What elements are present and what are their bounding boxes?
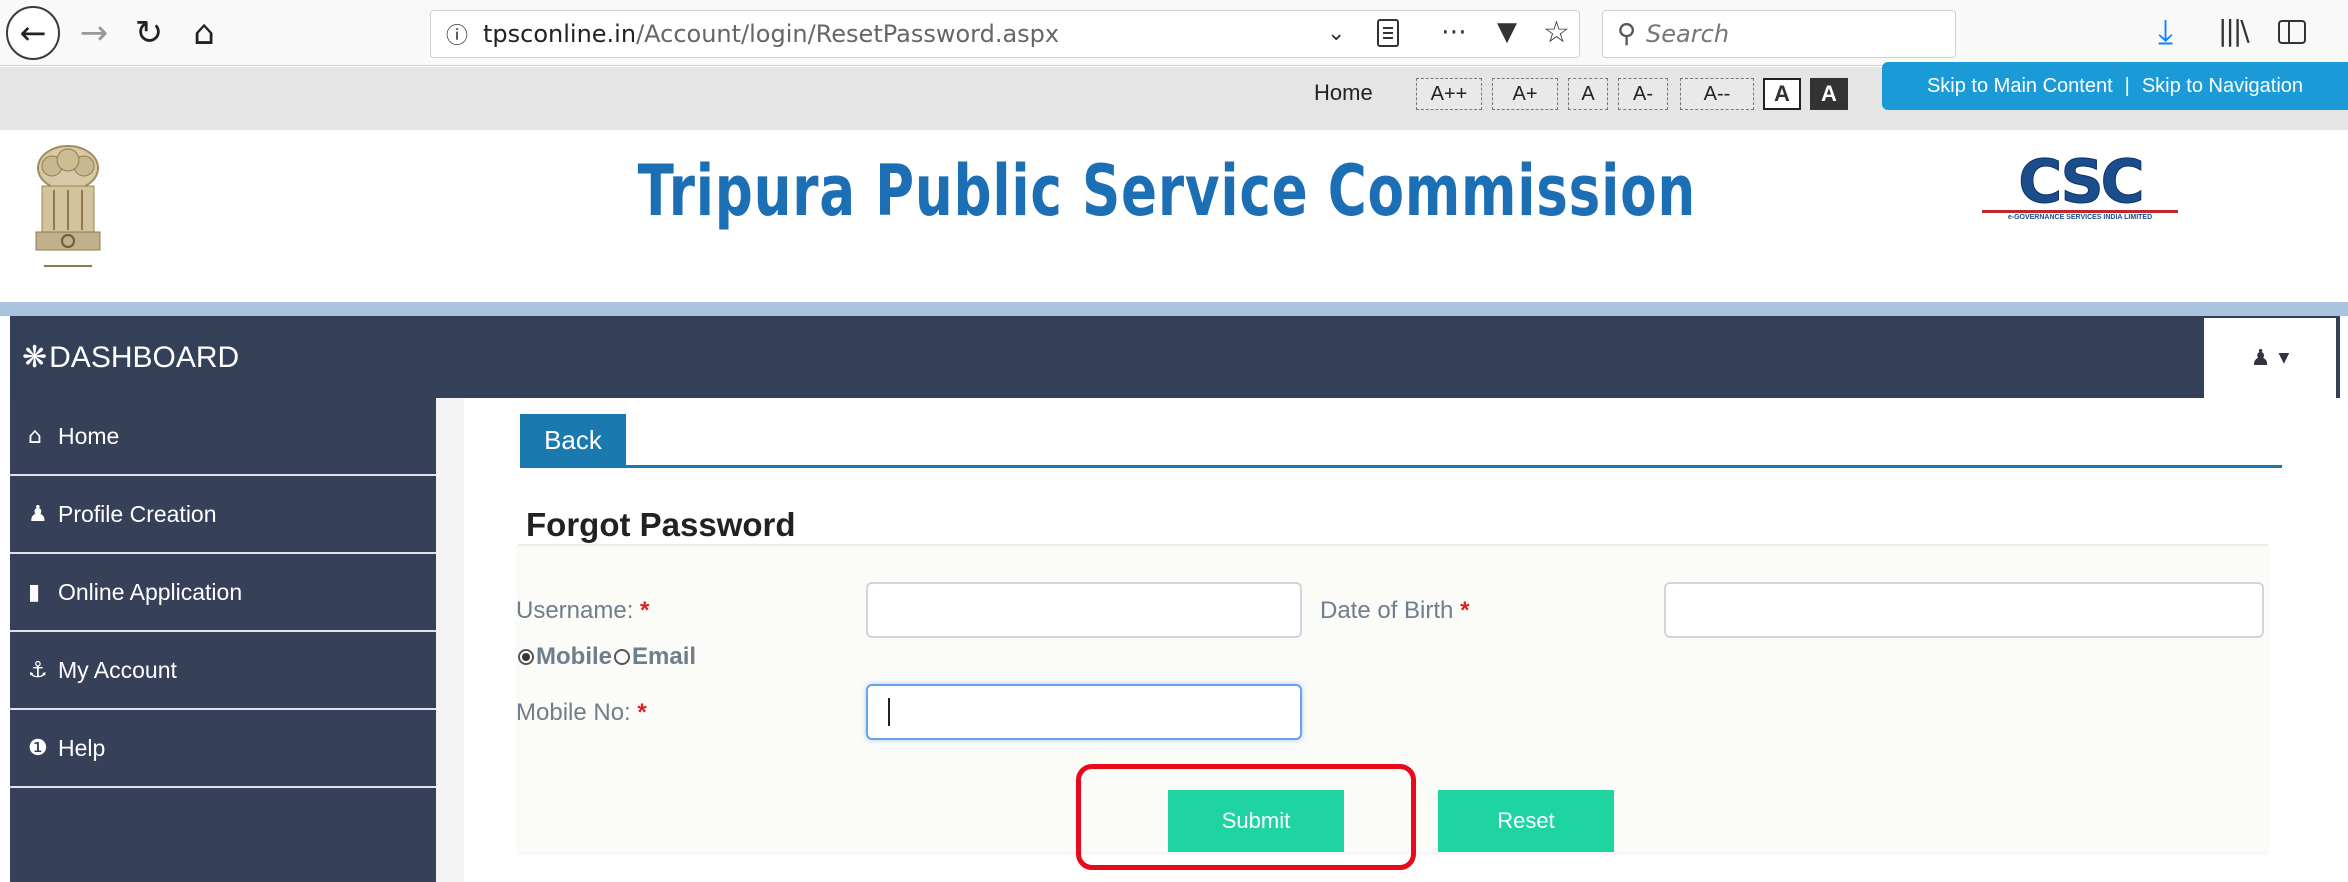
sidebar-item-label: Home bbox=[58, 422, 120, 449]
csc-logo-subtitle: e-GOVERNANCE SERVICES INDIA LIMITED bbox=[2007, 214, 2153, 221]
account-icon: ⚓ bbox=[28, 657, 48, 683]
sidebar-item-label: My Account bbox=[58, 656, 177, 683]
tab-divider bbox=[520, 465, 2282, 468]
text-caret bbox=[888, 698, 890, 726]
font-size-xs-button[interactable]: A-- bbox=[1680, 78, 1754, 110]
skip-nav-link[interactable]: Skip to Navigation bbox=[2142, 75, 2303, 98]
contrast-dark-button[interactable]: A bbox=[1810, 78, 1848, 110]
dashboard-gauge-icon: ❋ bbox=[22, 340, 48, 375]
csc-logo-underline bbox=[1982, 210, 2178, 213]
info-icon[interactable]: ⓘ bbox=[437, 18, 477, 50]
email-radio-label[interactable]: Email bbox=[632, 643, 696, 671]
mobile-radio-label[interactable]: Mobile bbox=[536, 643, 612, 671]
username-input[interactable] bbox=[866, 582, 1302, 638]
search-placeholder: Search bbox=[1646, 20, 1730, 48]
font-size-small-button[interactable]: A- bbox=[1618, 78, 1668, 110]
skip-separator: | bbox=[2124, 74, 2130, 97]
csc-logo: CSC e-GOVERNANCE SERVICES INDIA LIMITED bbox=[1960, 150, 2200, 230]
contrast-light-button[interactable]: A bbox=[1763, 78, 1801, 110]
dashboard-title-label: DASHBOARD bbox=[49, 340, 240, 374]
library-icon[interactable]: |||\ bbox=[2218, 14, 2250, 47]
sidebar-item-my-account[interactable]: ⚓ My Account bbox=[10, 632, 436, 710]
sidebar-item-label: Help bbox=[58, 734, 106, 761]
reset-button[interactable]: Reset bbox=[1438, 790, 1614, 852]
username-label: Username: * bbox=[516, 597, 650, 624]
email-radio[interactable] bbox=[614, 649, 630, 665]
url-text[interactable]: tpsconline.in/Account/login/ResetPasswor… bbox=[483, 20, 1059, 48]
browser-search-input[interactable]: ⚲ Search bbox=[1602, 10, 1956, 58]
dob-label: Date of Birth * bbox=[1320, 597, 1470, 624]
user-icon: ♟ bbox=[2250, 345, 2271, 371]
skip-main-link[interactable]: Skip to Main Content bbox=[1927, 75, 2113, 98]
page-title: Forgot Password bbox=[526, 506, 796, 543]
sidebar-item-online-application[interactable]: ▮ Online Application bbox=[10, 554, 436, 632]
site-title: Tripura Public Service Commission bbox=[637, 150, 1697, 232]
contact-method-radio-group: Mobile Email bbox=[518, 643, 696, 671]
sidebar-item-help[interactable]: ❶ Help bbox=[10, 710, 436, 788]
sidebar-item-label: Profile Creation bbox=[58, 500, 217, 527]
mobile-radio[interactable] bbox=[518, 649, 534, 665]
font-size-xxl-button[interactable]: A++ bbox=[1416, 78, 1482, 110]
search-icon: ⚲ bbox=[1617, 19, 1637, 49]
info-icon: ❶ bbox=[28, 735, 48, 761]
sidebar-item-profile-creation[interactable]: ♟ Profile Creation bbox=[10, 476, 436, 554]
url-bar[interactable]: ⓘ tpsconline.in/Account/login/ResetPassw… bbox=[430, 10, 1580, 58]
home-icon: ⌂ bbox=[28, 423, 42, 449]
file-icon: ▮ bbox=[28, 579, 41, 605]
more-icon[interactable]: ⋯ bbox=[1441, 17, 1467, 47]
bookmark-star-icon[interactable]: ☆ bbox=[1543, 15, 1570, 50]
back-tab[interactable]: Back bbox=[520, 414, 626, 466]
forward-arrow-icon[interactable]: → bbox=[70, 8, 118, 58]
header-divider bbox=[0, 302, 2348, 316]
skip-links: Skip to Main Content | Skip to Navigatio… bbox=[1882, 62, 2348, 110]
submit-highlight-annotation bbox=[1076, 764, 1416, 870]
mobile-label: Mobile No: * bbox=[516, 699, 647, 726]
content-gutter bbox=[436, 398, 464, 882]
pocket-icon[interactable]: ▼ bbox=[1497, 17, 1517, 47]
national-emblem-logo bbox=[22, 142, 114, 280]
dashboard-title[interactable]: ❋ DASHBOARD bbox=[22, 340, 239, 375]
font-size-normal-button[interactable]: A bbox=[1568, 78, 1608, 110]
reload-icon[interactable]: ↻ bbox=[125, 8, 173, 58]
csc-logo-text: CSC bbox=[2018, 147, 2145, 217]
dashboard-bar bbox=[10, 316, 2340, 398]
chevron-down-icon: ▼ bbox=[2278, 350, 2290, 366]
dob-input[interactable] bbox=[1664, 582, 2264, 638]
sidebar-item-label: Online Application bbox=[58, 578, 243, 605]
download-icon[interactable]: ⤓ bbox=[2158, 12, 2173, 52]
sidebar-icon[interactable] bbox=[2278, 20, 2306, 44]
font-size-xl-button[interactable]: A+ bbox=[1492, 78, 1558, 110]
mobile-input[interactable] bbox=[866, 684, 1302, 740]
user-menu-toggle[interactable]: ♟ ▼ bbox=[2204, 318, 2336, 398]
browser-toolbar: ← → ↻ ⌂ ⓘ tpsconline.in/Account/login/Re… bbox=[0, 0, 2348, 66]
back-arrow-icon[interactable]: ← bbox=[6, 6, 60, 60]
home-icon[interactable]: ⌂ bbox=[180, 8, 228, 58]
reader-view-icon[interactable] bbox=[1377, 19, 1399, 47]
dropdown-chevron-icon[interactable]: ⌄ bbox=[1327, 21, 1345, 46]
sidebar-item-home[interactable]: ⌂ Home bbox=[10, 398, 436, 476]
user-icon: ♟ bbox=[28, 501, 48, 527]
utility-home-link[interactable]: Home bbox=[1314, 80, 1373, 106]
